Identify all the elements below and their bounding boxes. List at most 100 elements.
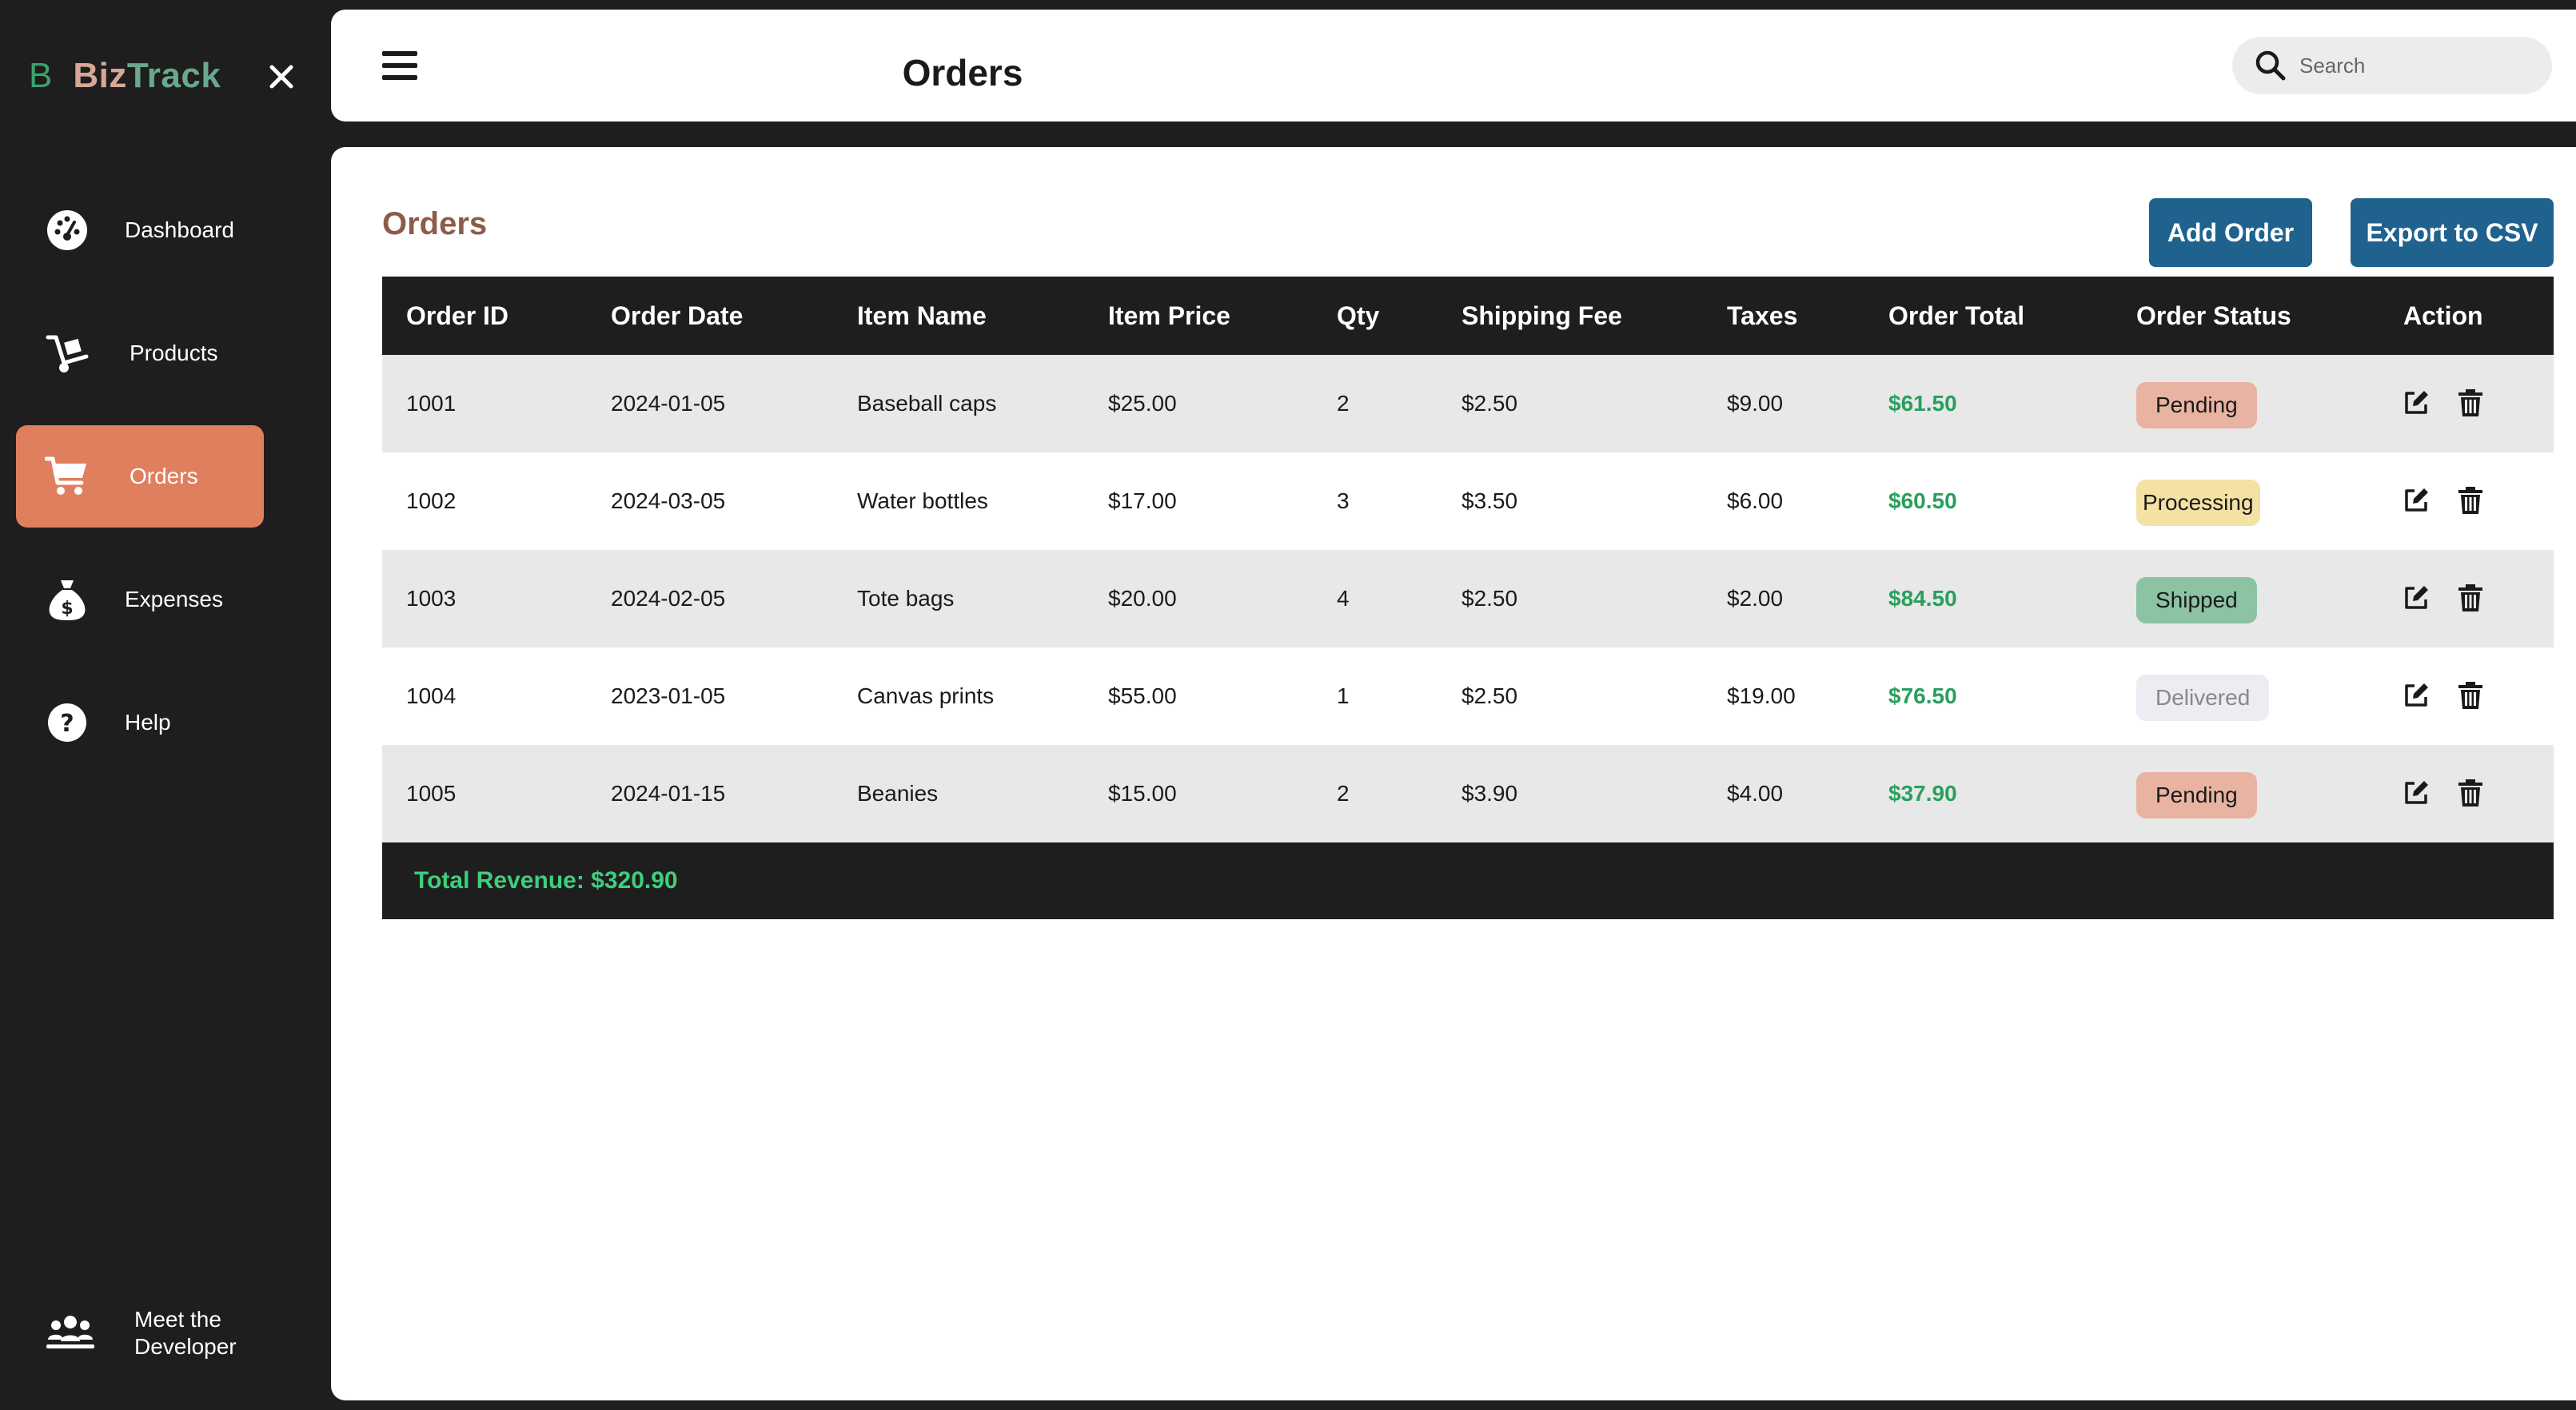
column-header-action: Action [2403,301,2483,330]
item-price-cell: $25.00 [1108,391,1177,416]
taxes-cell: $4.00 [1727,781,1784,806]
edit-icon[interactable] [2402,779,2430,807]
sidebar-item-expenses[interactable]: $ Expenses [16,548,264,651]
order-date-cell: 2024-03-05 [611,488,726,513]
close-sidebar-icon[interactable] [265,61,297,93]
trash-icon[interactable] [2456,779,2485,807]
taxes-cell: $6.00 [1727,488,1784,513]
total-revenue: Total Revenue: $320.90 [414,867,678,894]
order-id-cell: 1003 [406,586,457,611]
table-row[interactable]: 1003 2024-02-05 Tote bags $20.00 4 $2.50… [382,550,2554,647]
page-title: Orders [902,52,1023,94]
order-total-cell: $84.50 [1888,586,1957,611]
meet-developer-link[interactable]: Meet the Developer [45,1303,277,1367]
brand-logo[interactable]: B BizTrack [29,56,221,96]
sidebar-item-label: Help [125,710,171,735]
column-header-order-id[interactable]: Order ID [406,277,508,355]
table-row[interactable]: 1005 2024-01-15 Beanies $15.00 2 $3.90 $… [382,745,2554,842]
item-name-cell: Tote bags [857,586,955,611]
orders-table: Order ID Order Date Item Name Item Price… [382,277,2554,919]
sidebar-item-help[interactable]: ? Help [16,671,264,774]
trash-icon[interactable] [2456,681,2485,710]
cart-icon [44,454,90,499]
search-input[interactable] [2299,46,2539,85]
order-total-cell: $61.50 [1888,391,1957,416]
money-bag-icon: $ [45,577,90,622]
order-date-cell: 2024-01-15 [611,781,726,806]
order-date-cell: 2024-01-05 [611,391,726,416]
trash-icon[interactable] [2456,388,2485,417]
order-total-cell: $76.50 [1888,683,1957,708]
qty-cell: 2 [1337,391,1350,416]
column-header-item-name[interactable]: Item Name [857,277,987,355]
qty-cell: 4 [1337,586,1350,611]
edit-icon[interactable] [2402,486,2430,515]
team-icon [45,1311,96,1360]
trash-icon[interactable] [2456,486,2485,515]
export-csv-button[interactable]: Export to CSV [2351,198,2554,267]
column-header-qty[interactable]: Qty [1337,277,1379,355]
item-price-cell: $55.00 [1108,683,1177,708]
table-row[interactable]: 1002 2024-03-05 Water bottles $17.00 3 $… [382,452,2554,550]
column-header-shipping-fee[interactable]: Shipping Fee [1461,277,1622,355]
sidebar: B BizTrack Dashboard Products Orders $ E… [0,0,304,1410]
order-id-cell: 1002 [406,488,457,513]
order-total-cell: $37.90 [1888,781,1957,806]
svg-text:?: ? [60,710,74,738]
sidebar-item-orders[interactable]: Orders [16,425,264,528]
column-header-order-date[interactable]: Order Date [611,277,743,355]
status-badge: Shipped [2136,577,2257,623]
status-badge: Pending [2136,382,2257,428]
svg-text:$: $ [61,599,73,619]
top-header: Orders [331,10,2576,121]
qty-cell: 1 [1337,683,1350,708]
dashboard-gauge-icon [45,208,90,253]
taxes-cell: $19.00 [1727,683,1796,708]
sidebar-item-label: Products [130,341,218,365]
sidebar-item-dashboard[interactable]: Dashboard [16,179,264,281]
order-id-cell: 1004 [406,683,457,708]
section-title: Orders [382,206,488,241]
sidebar-item-label: Expenses [125,587,223,611]
developer-label: Meet the Developer [134,1307,237,1359]
column-header-taxes[interactable]: Taxes [1727,277,1797,355]
qty-cell: 2 [1337,781,1350,806]
sidebar-item-label: Orders [130,464,198,488]
item-name-cell: Canvas prints [857,683,995,708]
order-date-cell: 2023-01-05 [611,683,726,708]
item-price-cell: $15.00 [1108,781,1177,806]
order-total-cell: $60.50 [1888,488,1957,513]
table-header-row: Order ID Order Date Item Name Item Price… [382,277,2554,355]
column-header-item-price[interactable]: Item Price [1108,277,1230,355]
qty-cell: 3 [1337,488,1350,513]
edit-icon[interactable] [2402,681,2430,710]
status-badge: Delivered [2136,675,2270,721]
status-badge: Pending [2136,772,2257,819]
sidebar-item-label: Dashboard [125,217,234,242]
edit-icon[interactable] [2402,388,2430,417]
column-header-order-total[interactable]: Order Total [1888,277,2024,355]
edit-icon[interactable] [2402,584,2430,612]
hand-truck-icon [45,331,90,376]
taxes-cell: $2.00 [1727,586,1784,611]
table-row[interactable]: 1001 2024-01-05 Baseball caps $25.00 2 $… [382,355,2554,452]
search-box[interactable] [2232,37,2552,94]
add-order-button[interactable]: Add Order [2149,198,2312,267]
search-icon [2255,50,2287,82]
shipping-fee-cell: $2.50 [1461,683,1518,708]
sidebar-item-products[interactable]: Products [16,302,264,404]
column-header-order-status[interactable]: Order Status [2136,277,2291,355]
shipping-fee-cell: $3.90 [1461,781,1518,806]
shipping-fee-cell: $2.50 [1461,391,1518,416]
shipping-fee-cell: $2.50 [1461,586,1518,611]
order-date-cell: 2024-02-05 [611,586,726,611]
shipping-fee-cell: $3.50 [1461,488,1518,513]
question-circle-icon: ? [45,700,90,745]
item-price-cell: $17.00 [1108,488,1177,513]
trash-icon[interactable] [2456,584,2485,612]
order-id-cell: 1005 [406,781,457,806]
table-row[interactable]: 1004 2023-01-05 Canvas prints $55.00 1 $… [382,647,2554,745]
table-footer: Total Revenue: $320.90 [382,842,2554,919]
main-panel: Orders Add Order Export to CSV Order ID … [331,147,2576,1400]
item-name-cell: Beanies [857,781,939,806]
